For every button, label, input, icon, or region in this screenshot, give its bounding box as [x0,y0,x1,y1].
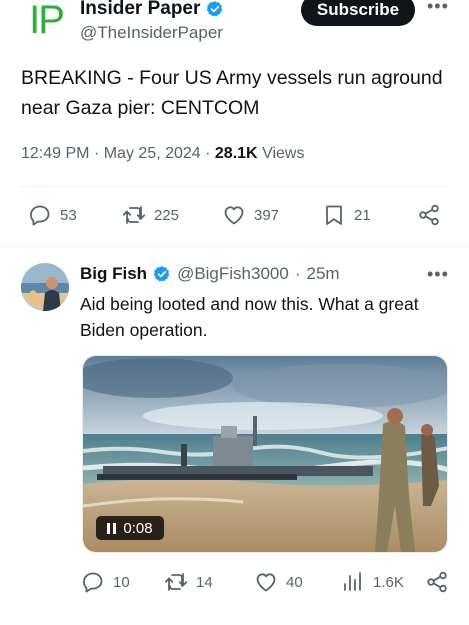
reply-button[interactable]: 53 [28,203,77,227]
reply-header: Big Fish @BigFish3000 · 25m [80,264,340,284]
views-label: Views [262,145,305,162]
repost-button[interactable]: 14 [164,570,213,594]
verified-badge-icon [207,1,223,17]
author-name-label: Insider Paper [80,0,201,19]
subscribe-button[interactable]: Subscribe [301,0,415,26]
bookmark-button[interactable]: 21 [322,203,371,227]
main-action-bar: 53 225 397 21 [0,203,469,233]
repost-icon [164,573,188,591]
avatar[interactable] [21,263,69,311]
more-horizontal-icon[interactable]: ••• [427,264,449,285]
share-icon [419,204,439,226]
verified-badge-icon [153,266,170,282]
meta-separator: · [205,145,215,162]
meta-separator: · [294,264,301,283]
reply-author-handle[interactable]: @BigFish3000 [177,264,289,284]
bookmark-icon [326,205,342,225]
reply-icon [30,205,50,226]
like-count: 397 [254,206,280,224]
views-count: 1.6K [373,573,404,591]
reply-author-name[interactable]: Big Fish [80,264,147,284]
more-horizontal-icon[interactable]: ••• [427,0,449,17]
views-button[interactable]: 1.6K [341,570,404,594]
share-icon [427,571,447,593]
repost-count: 225 [154,206,180,224]
like-count: 40 [286,573,303,591]
reply-count: 53 [60,206,77,224]
repost-count: 14 [196,573,213,591]
repost-icon [122,206,146,224]
main-tweet: IP Insider Paper @TheInsiderPaper Subscr… [0,0,469,248]
pause-icon[interactable] [107,522,117,534]
video-timer[interactable]: 0:08 [96,516,164,540]
heart-icon [256,573,276,592]
author-name[interactable]: Insider Paper [80,0,224,20]
share-button[interactable] [417,203,441,227]
reply-text: Aid being looted and now this. What a gr… [80,294,419,340]
tweet-meta: 12:49 PM · May 25, 2024 · 28.1K Views [21,145,304,163]
reply-action-bar: 10 14 40 1.6K [0,570,469,600]
tweet-separator [0,246,469,247]
bookmark-count: 21 [354,206,371,224]
tweet-text: BREAKING - Four US Army vessels run agro… [21,67,443,119]
divider [21,186,447,187]
meta-separator: · [93,145,104,162]
author-handle[interactable]: @TheInsiderPaper [80,23,223,43]
tweet-date[interactable]: May 25, 2024 [104,145,201,162]
logo-text: IP [29,0,65,42]
video-time: 0:08 [123,519,153,537]
like-button[interactable]: 40 [254,570,303,594]
reply-count: 10 [113,573,130,591]
insider-paper-logo[interactable]: IP [24,0,68,42]
reply-time[interactable]: 25m [307,264,340,284]
reply-icon [83,572,103,593]
heart-icon [224,206,244,225]
views-icon [344,572,361,591]
tweet-time[interactable]: 12:49 PM [21,145,89,162]
share-button[interactable] [425,570,449,594]
repost-button[interactable]: 225 [122,203,179,227]
views-count: 28.1K [214,145,258,162]
like-button[interactable]: 397 [222,203,279,227]
avatar-image [21,263,69,311]
reply-button[interactable]: 10 [81,570,130,594]
